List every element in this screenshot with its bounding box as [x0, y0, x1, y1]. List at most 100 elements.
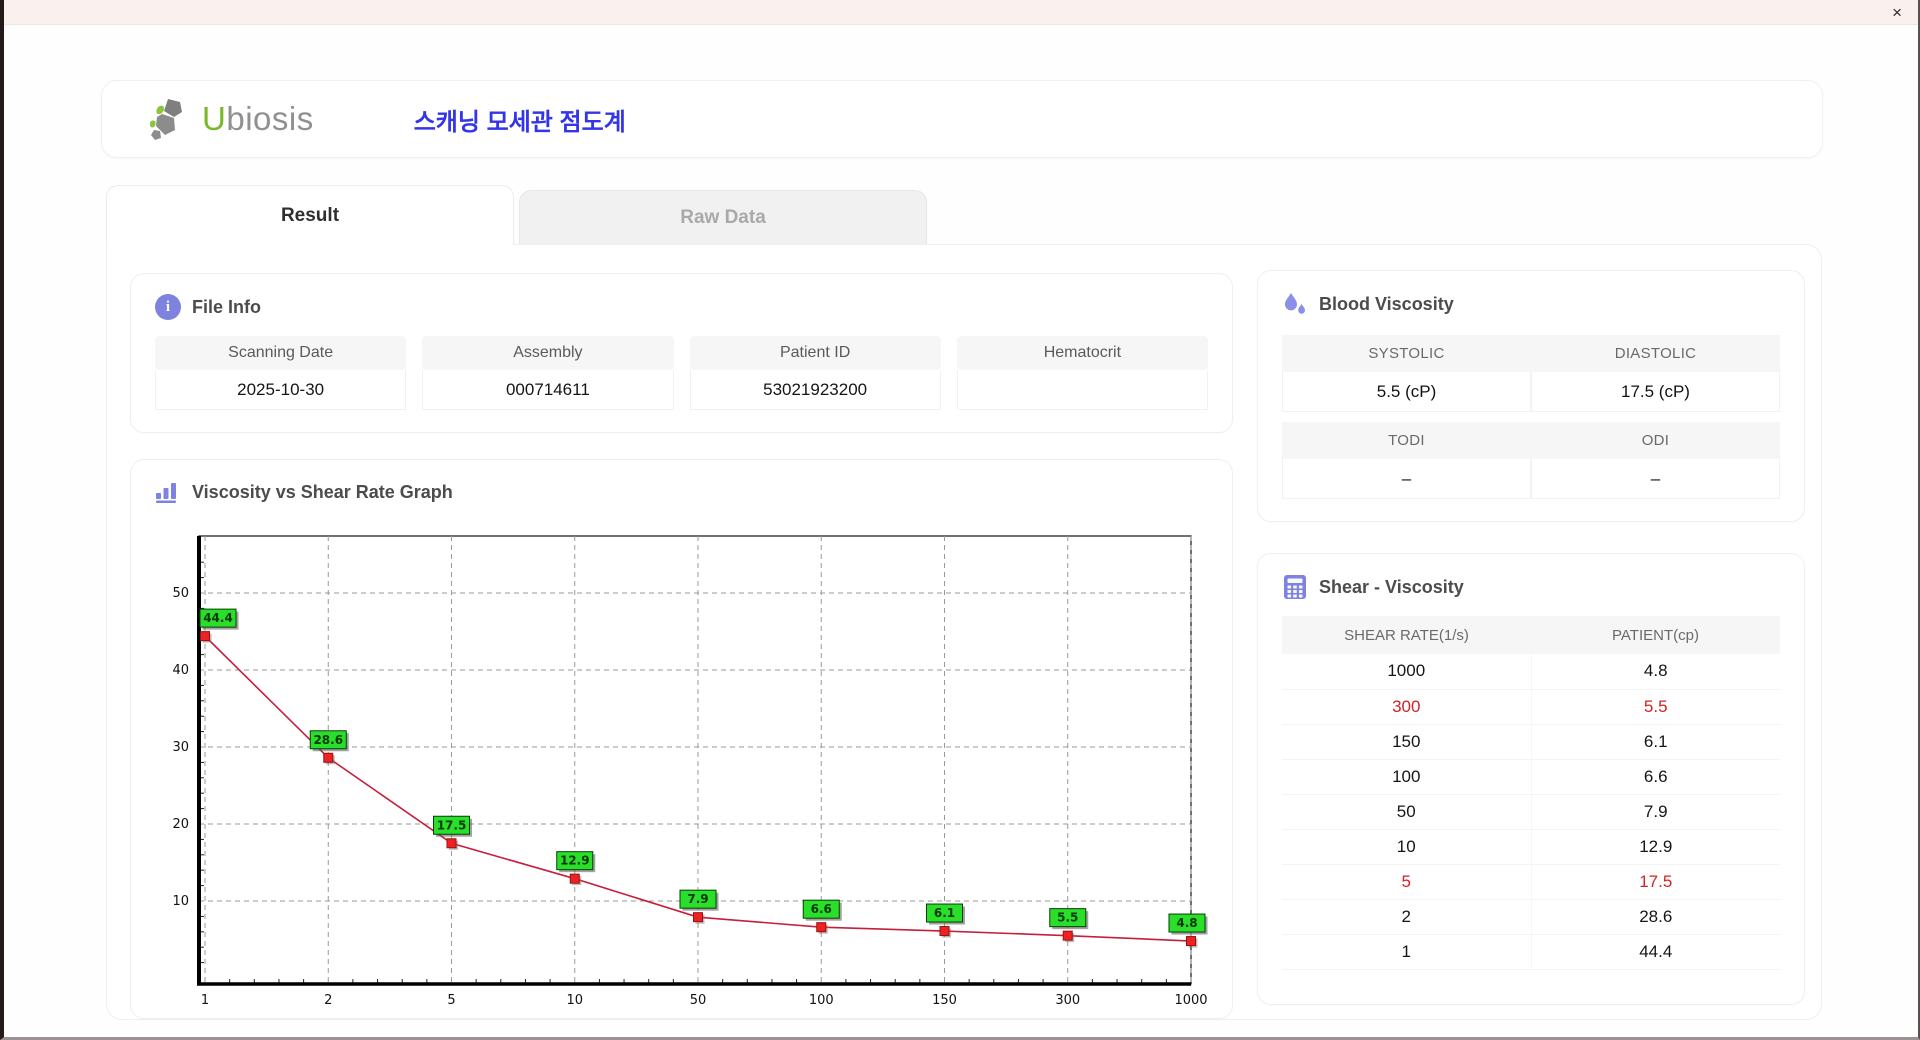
ubiosis-logo: Ubiosis	[150, 97, 314, 141]
field-label: Hematocrit	[956, 336, 1208, 370]
patient-viscosity-cell: 6.1	[1531, 724, 1780, 760]
svg-text:6.1: 6.1	[934, 906, 955, 920]
shear-viscosity-title: Shear - Viscosity	[1319, 576, 1464, 597]
logo-text: Ubiosis	[202, 100, 314, 137]
bv-value-cell: –	[1282, 459, 1531, 499]
svg-text:1000: 1000	[1174, 993, 1207, 1008]
shear-rate-cell: 2	[1282, 899, 1532, 935]
svg-text:10: 10	[172, 894, 189, 909]
shear-viscosity-table: SHEAR RATE(1/s) PATIENT(cp) 1000 4.8 300 5.…	[1282, 616, 1780, 970]
table-grid-icon	[1284, 575, 1306, 599]
shear-table-row: 1000 4.8	[1282, 654, 1780, 690]
shear-table-row: 1 44.4	[1282, 934, 1780, 970]
file-info-title: File Info	[192, 296, 261, 317]
blood-viscosity-block: SYSTOLIC DIASTOLIC 5.5 (cP) 17.5 (cP)	[1282, 335, 1780, 412]
field-value: 000714611	[422, 370, 674, 410]
svg-text:1: 1	[201, 993, 209, 1008]
svg-text:5: 5	[447, 993, 455, 1008]
bv-header-cell: TODI	[1282, 422, 1531, 459]
svg-text:5.5: 5.5	[1057, 911, 1078, 925]
file-info-field: Scanning Date 2025-10-30	[155, 336, 407, 410]
bv-value-cell: 5.5 (cP)	[1282, 372, 1531, 412]
patient-viscosity-cell: 4.8	[1531, 654, 1780, 690]
bv-value-cell: 17.5 (cP)	[1531, 372, 1780, 412]
svg-text:20: 20	[172, 817, 189, 832]
svg-text:2: 2	[324, 993, 332, 1008]
shear-table-row: 300 5.5	[1282, 689, 1780, 725]
shear-rate-cell: 150	[1282, 724, 1532, 760]
blood-viscosity-table: SYSTOLIC DIASTOLIC 5.5 (cP) 17.5 (cP) TODI OD…	[1258, 327, 1804, 499]
tab-raw-data[interactable]: Raw Data	[519, 190, 927, 244]
patient-viscosity-cell: 17.5	[1531, 864, 1780, 900]
svg-text:100: 100	[809, 993, 834, 1008]
bv-header-cell: SYSTOLIC	[1282, 335, 1531, 372]
viscosity-chart: 10 20 30 40 50 1 2 5 10 50 100 150 300 1000 44.4 28.6 17…	[149, 522, 1215, 1013]
field-label: Patient ID	[689, 336, 941, 370]
tab-result[interactable]: Result	[106, 185, 514, 245]
svg-text:44.4: 44.4	[203, 611, 233, 625]
shear-viscosity-card: Shear - Viscosity SHEAR RATE(1/s) PATIEN…	[1257, 553, 1805, 1005]
blood-viscosity-title: Blood Viscosity	[1319, 293, 1454, 314]
shear-rate-cell: 300	[1282, 689, 1532, 725]
patient-viscosity-cell: 28.6	[1531, 899, 1780, 935]
svg-text:40: 40	[172, 663, 189, 678]
shear-table-row: 100 6.6	[1282, 759, 1780, 795]
bar-chart-icon	[156, 483, 176, 503]
shear-col-header-rate: SHEAR RATE(1/s)	[1282, 616, 1531, 654]
result-tab-panel: i File Info Scanning Date 2025-10-30 Assem…	[106, 244, 1822, 1020]
patient-viscosity-cell: 12.9	[1531, 829, 1780, 865]
file-info-field: Patient ID 53021923200	[689, 336, 941, 410]
shear-col-header-patient: PATIENT(cp)	[1531, 616, 1780, 654]
svg-text:50: 50	[690, 993, 707, 1008]
shear-rate-cell: 50	[1282, 794, 1532, 830]
file-info-card: i File Info Scanning Date 2025-10-30 Assem…	[130, 273, 1233, 433]
svg-text:6.6: 6.6	[811, 902, 832, 916]
blood-viscosity-block: TODI ODI – –	[1282, 422, 1780, 499]
shear-rate-cell: 1	[1282, 934, 1532, 970]
svg-text:30: 30	[172, 740, 189, 755]
svg-text:17.5: 17.5	[437, 818, 467, 832]
close-icon[interactable]: ×	[1892, 4, 1902, 21]
shear-rate-cell: 1000	[1282, 654, 1532, 690]
tab-bar: Result Raw Data	[106, 185, 927, 245]
app-title: 스캐닝 모세관 점도계	[413, 108, 626, 136]
app-window: × Ubiosis 스캐닝 모세관 점도계 Result Raw Data i …	[0, 0, 1920, 1040]
svg-text:4.8: 4.8	[1176, 916, 1197, 930]
file-info-fields: Scanning Date 2025-10-30 Assembly 000714611…	[131, 330, 1232, 410]
field-value: 53021923200	[689, 370, 941, 410]
svg-text:10: 10	[566, 993, 583, 1008]
shear-table-row: 150 6.1	[1282, 724, 1780, 760]
patient-viscosity-cell: 44.4	[1531, 934, 1780, 970]
graph-title: Viscosity vs Shear Rate Graph	[192, 481, 453, 502]
ubiosis-logo-icon	[150, 99, 182, 140]
file-info-field: Hematocrit	[956, 336, 1208, 410]
field-label: Assembly	[422, 336, 674, 370]
field-value	[956, 370, 1208, 410]
field-value: 2025-10-30	[155, 370, 407, 410]
svg-text:300: 300	[1055, 993, 1080, 1008]
svg-text:50: 50	[172, 586, 189, 601]
svg-text:28.6: 28.6	[313, 733, 343, 747]
bv-header-cell: DIASTOLIC	[1531, 335, 1780, 372]
shear-table-row: 5 17.5	[1282, 864, 1780, 900]
window-titlebar: ×	[4, 0, 1918, 25]
field-label: Scanning Date	[155, 336, 407, 370]
patient-viscosity-cell: 7.9	[1531, 794, 1780, 830]
header-card: Ubiosis 스캐닝 모세관 점도계	[101, 80, 1823, 158]
patient-viscosity-cell: 5.5	[1531, 689, 1780, 725]
shear-table-row: 10 12.9	[1282, 829, 1780, 865]
file-info-field: Assembly 000714611	[422, 336, 674, 410]
viscosity-graph-card: Viscosity vs Shear Rate Graph 10 20 30 40 50…	[130, 459, 1233, 1019]
bv-value-cell: –	[1531, 459, 1780, 499]
svg-text:7.9: 7.9	[687, 892, 708, 906]
patient-viscosity-cell: 6.6	[1531, 759, 1780, 795]
info-icon: i	[155, 294, 181, 320]
shear-rate-cell: 100	[1282, 759, 1532, 795]
svg-text:150: 150	[932, 993, 957, 1008]
shear-table-row: 2 28.6	[1282, 899, 1780, 935]
blood-viscosity-card: Blood Viscosity SYSTOLIC DIASTOLIC 5.5 (cP…	[1257, 270, 1805, 522]
shear-table-row: 50 7.9	[1282, 794, 1780, 830]
blood-drops-icon	[1285, 293, 1305, 314]
shear-rate-cell: 10	[1282, 829, 1532, 865]
bv-header-cell: ODI	[1531, 422, 1780, 459]
